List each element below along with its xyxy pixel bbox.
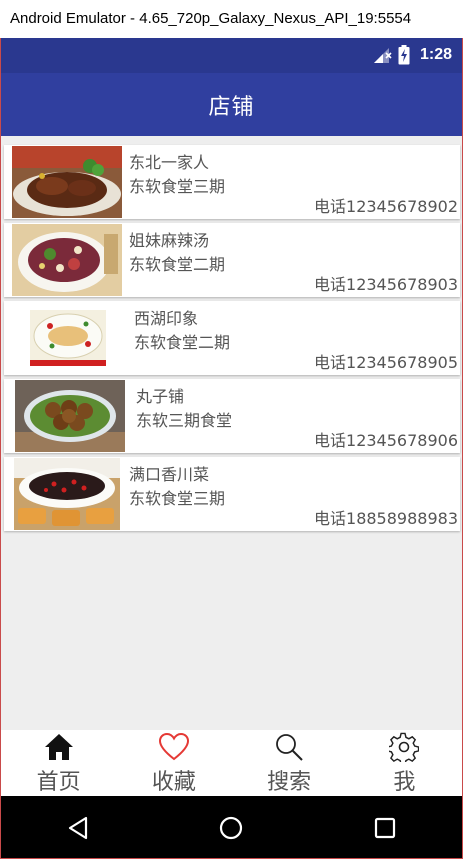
home-icon <box>44 734 73 760</box>
emulator-window-title: Android Emulator - 4.65_720p_Galaxy_Nexu… <box>0 0 463 38</box>
shop-name: 满口香川菜 <box>129 465 210 484</box>
shop-list: 东北一家人 东软食堂三期 电话12345678902 姐妹麻辣汤 东软食堂二期 … <box>1 136 462 730</box>
gear-icon <box>389 732 420 762</box>
shop-location: 东软食堂二期 <box>134 333 231 352</box>
back-button[interactable] <box>48 808 108 848</box>
west-lake-plate-image <box>30 310 106 366</box>
nav-me-label: 我 <box>393 770 416 795</box>
nav-search[interactable]: 搜索 <box>232 730 347 796</box>
bottom-navigation: 首页 收藏 搜索 我 <box>1 730 462 796</box>
shop-name: 姐妹麻辣汤 <box>129 231 210 250</box>
shop-phone: 电话12345678903 <box>314 275 458 294</box>
shop-card[interactable]: 姐妹麻辣汤 东软食堂二期 电话12345678903 <box>4 223 460 297</box>
shop-location: 东软三期食堂 <box>136 411 233 430</box>
braised-meat-dish-image <box>12 146 122 218</box>
status-clock: 1:28 <box>419 46 452 63</box>
shop-phone: 电话18858988983 <box>314 509 458 528</box>
sichuan-dish-image <box>14 458 120 530</box>
nav-home-label: 首页 <box>36 770 81 795</box>
shop-phone: 电话12345678906 <box>314 431 458 450</box>
recents-icon <box>375 817 396 838</box>
signal-icon <box>373 48 392 63</box>
system-navigation-bar <box>1 796 462 858</box>
nav-home[interactable]: 首页 <box>1 730 116 796</box>
nav-favorites[interactable]: 收藏 <box>116 730 231 796</box>
shop-card[interactable]: 东北一家人 东软食堂三期 电话12345678902 <box>4 145 460 219</box>
status-bar: 1:28 <box>1 38 462 73</box>
back-icon <box>68 816 87 839</box>
shop-phone: 电话12345678902 <box>314 197 458 216</box>
page-title: 店铺 <box>208 94 255 120</box>
nav-favorites-label: 收藏 <box>151 770 196 795</box>
shop-card[interactable]: 丸子铺 东软三期食堂 电话12345678906 <box>4 379 460 453</box>
nav-search-label: 搜索 <box>267 770 312 795</box>
shop-name: 东北一家人 <box>129 153 210 172</box>
spicy-soup-bowl-image <box>12 224 122 296</box>
shop-location: 东软食堂三期 <box>129 177 226 196</box>
home-button[interactable] <box>201 808 261 848</box>
search-icon <box>276 734 303 761</box>
shop-location: 东软食堂二期 <box>129 255 226 274</box>
heart-icon <box>158 732 189 761</box>
app-bar: 店铺 <box>1 73 462 136</box>
meatball-plate-image <box>15 380 125 452</box>
shop-card[interactable]: 满口香川菜 东软食堂三期 电话18858988983 <box>4 457 460 531</box>
battery-charging-icon <box>398 45 410 65</box>
shop-name: 西湖印象 <box>134 309 199 328</box>
shop-name: 丸子铺 <box>136 387 185 406</box>
device-screen: 1:28 店铺 东北一家人 东软食堂三期 电话12345678902 姐妹麻辣汤… <box>0 38 463 859</box>
shop-card[interactable]: 西湖印象 东软食堂二期 电话12345678905 <box>4 301 460 375</box>
home-circle-icon <box>220 816 243 839</box>
shop-phone: 电话12345678905 <box>314 353 458 372</box>
recents-button[interactable] <box>355 808 415 848</box>
nav-me[interactable]: 我 <box>347 730 462 796</box>
shop-location: 东软食堂三期 <box>129 489 226 508</box>
